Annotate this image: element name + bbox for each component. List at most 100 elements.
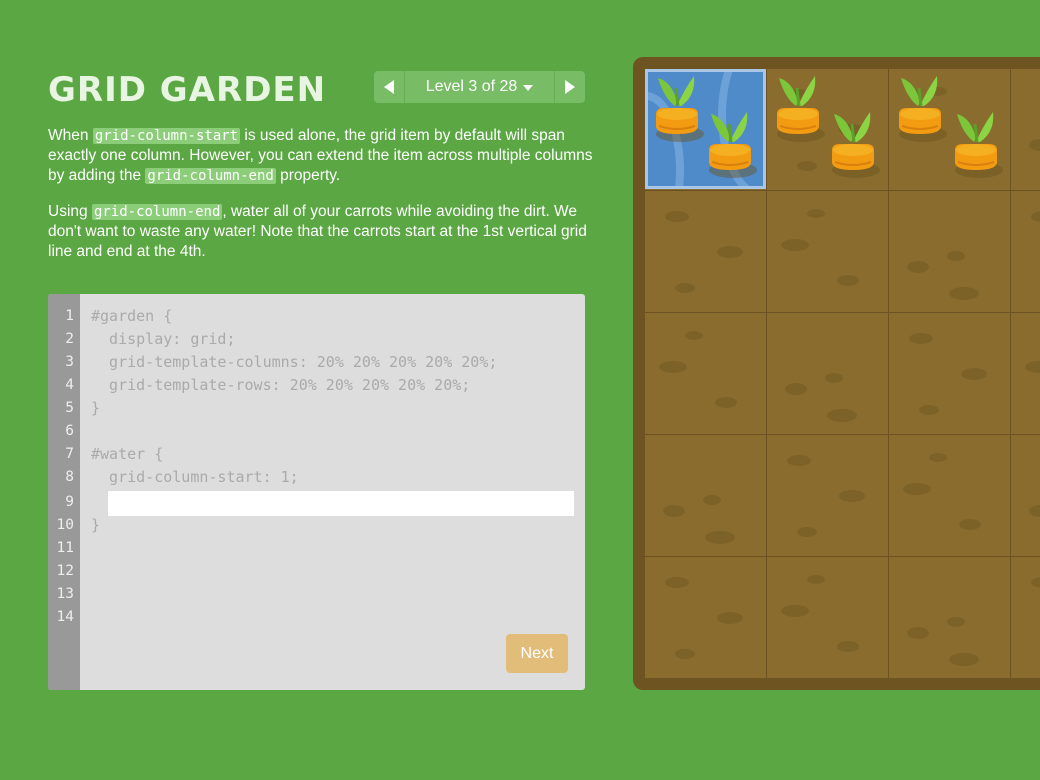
triangle-right-icon	[565, 80, 575, 94]
css-answer-input[interactable]	[108, 491, 574, 516]
carrot-icon	[949, 104, 1005, 184]
dirt-spot	[929, 453, 947, 462]
level-navigator: Level 3 of 28	[374, 71, 585, 103]
line-number: 13	[56, 586, 74, 602]
dirt-cell	[767, 435, 889, 557]
dirt-cell	[889, 435, 1011, 557]
dirt-spot	[903, 483, 931, 495]
code-editor: 1 2 3 4 5 6 7 8 9 10 11 12 13 14 #garden…	[48, 294, 585, 690]
instructions-paragraph-2: Using grid-column-end, water all of your…	[48, 202, 593, 262]
dirt-spot	[717, 612, 743, 624]
dirt-spot	[909, 333, 933, 344]
dirt-spot	[665, 211, 689, 222]
dirt-cell	[1011, 191, 1040, 313]
line-number: 2	[65, 331, 74, 347]
line-number: 4	[65, 377, 74, 393]
instruction-text: When	[48, 127, 93, 144]
dirt-spot	[949, 287, 979, 300]
dirt-spot	[825, 373, 843, 383]
dirt-spot	[919, 405, 939, 415]
dirt-spot	[675, 283, 695, 293]
code-term: grid-column-end	[91, 204, 223, 220]
instructions: When grid-column-start is used alone, th…	[48, 126, 593, 278]
dirt-spot	[947, 251, 965, 261]
dirt-spot	[959, 519, 981, 530]
dirt-spot	[717, 246, 743, 258]
dirt-spot	[837, 641, 859, 652]
instructions-paragraph-1: When grid-column-start is used alone, th…	[48, 126, 593, 186]
dirt-cell	[1011, 557, 1040, 678]
level-label: Level 3 of 28	[425, 78, 518, 95]
dirt-cell	[889, 557, 1011, 678]
line-number-gutter: 1 2 3 4 5 6 7 8 9 10 11 12 13 14	[48, 294, 80, 690]
carrot-icon	[771, 68, 827, 148]
code-line: }	[91, 399, 101, 417]
next-button[interactable]: Next	[506, 634, 568, 673]
next-level-button[interactable]	[554, 71, 585, 103]
carrot-icon	[893, 68, 949, 148]
dirt-cell	[645, 557, 767, 678]
line-number: 11	[56, 540, 74, 556]
dirt-spot	[797, 161, 817, 171]
page-title: GRID GARDEN	[48, 70, 327, 110]
carrot-icon	[703, 104, 759, 184]
dirt-cell	[1011, 435, 1040, 557]
line-number: 8	[65, 469, 74, 485]
dirt-spot	[839, 490, 865, 502]
dirt-cell	[889, 313, 1011, 435]
dirt-spot	[659, 361, 687, 373]
dirt-spot	[907, 261, 929, 273]
carrot-icon	[650, 68, 706, 148]
dirt-spot	[785, 383, 807, 395]
dirt-spot	[807, 209, 825, 218]
code-term: grid-column-end	[145, 168, 276, 184]
dirt-spot	[703, 495, 721, 505]
code-line: display: grid;	[91, 330, 236, 348]
dirt-cell	[645, 313, 767, 435]
line-number: 6	[65, 423, 74, 439]
dirt-spot	[947, 617, 965, 627]
dirt-spot	[1031, 211, 1040, 222]
line-number: 10	[56, 517, 74, 533]
caret-down-icon	[523, 85, 534, 91]
line-number: 12	[56, 563, 74, 579]
line-number: 5	[65, 400, 74, 416]
dirt-spot	[663, 505, 685, 517]
instruction-text: Using	[48, 203, 92, 220]
line-number: 7	[65, 446, 74, 462]
code-line: #garden {	[91, 307, 173, 325]
code-line: }	[91, 516, 101, 534]
dirt-spot	[685, 331, 703, 340]
level-dropdown[interactable]: Level 3 of 28	[405, 78, 554, 96]
dirt-spot	[705, 531, 735, 544]
dirt-cell	[1011, 313, 1040, 435]
dirt-spot	[827, 409, 857, 422]
dirt-spot	[1029, 139, 1040, 151]
code-term: grid-column-start	[92, 128, 241, 144]
dirt-spot	[781, 239, 809, 251]
dirt-spot	[961, 368, 987, 380]
dirt-spot	[1025, 361, 1040, 373]
line-number: 14	[56, 609, 74, 625]
dirt-spot	[837, 275, 859, 286]
previous-level-button[interactable]	[374, 71, 405, 103]
dirt-spot	[781, 605, 809, 617]
dirt-spot	[665, 577, 689, 588]
dirt-spot	[715, 397, 737, 408]
code-line: #water {	[91, 445, 164, 463]
dirt-spot	[1031, 577, 1040, 588]
dirt-spot	[807, 575, 825, 584]
instruction-text: property.	[275, 167, 341, 184]
code-line: grid-template-columns: 20% 20% 20% 20% 2…	[91, 353, 498, 371]
dirt-cell	[645, 191, 767, 313]
line-number: 3	[65, 354, 74, 370]
dirt-cell	[767, 557, 889, 678]
dirt-cell	[1011, 69, 1040, 191]
line-number: 9	[65, 494, 74, 510]
dirt-cell	[889, 191, 1011, 313]
carrot-icon	[826, 104, 882, 184]
dirt-spot	[675, 649, 695, 659]
dirt-cell	[767, 191, 889, 313]
dirt-spot	[1029, 505, 1040, 517]
dirt-cell	[645, 435, 767, 557]
